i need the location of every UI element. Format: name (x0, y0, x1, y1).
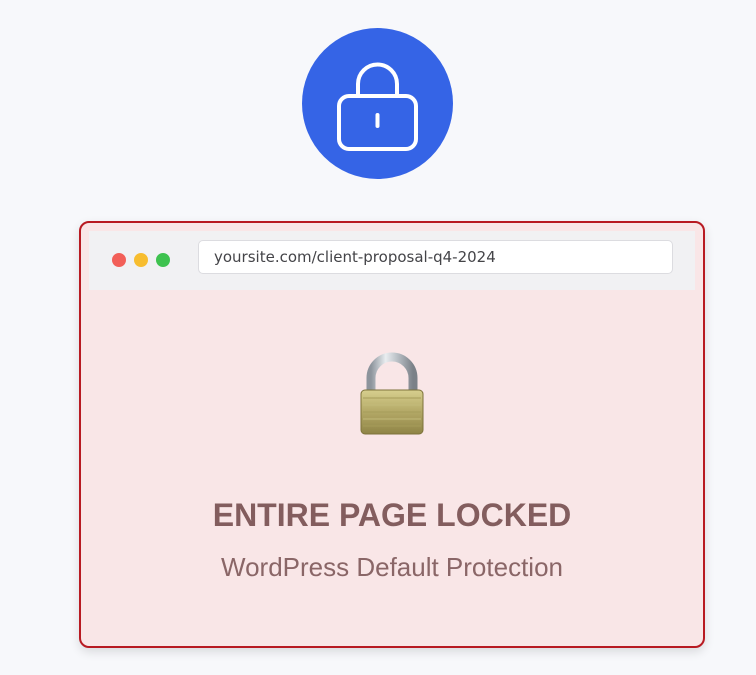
page-subtitle: WordPress Default Protection (221, 552, 563, 582)
browser-toolbar: yoursite.com/client-proposal-q4-2024 (89, 231, 695, 290)
close-window-button[interactable] (112, 253, 126, 267)
minimize-window-button[interactable] (134, 253, 148, 267)
lock-badge (302, 28, 453, 179)
address-bar[interactable]: yoursite.com/client-proposal-q4-2024 (198, 240, 673, 274)
padlock-icon (360, 352, 424, 435)
page-title: ENTIRE PAGE LOCKED (212, 497, 572, 533)
lock-outline-icon (337, 62, 418, 151)
browser-window: yoursite.com/client-proposal-q4-2024 ENT… (79, 221, 705, 648)
locked-page-content: ENTIRE PAGE LOCKED WordPress Default Pro… (81, 290, 703, 646)
maximize-window-button[interactable] (156, 253, 170, 267)
